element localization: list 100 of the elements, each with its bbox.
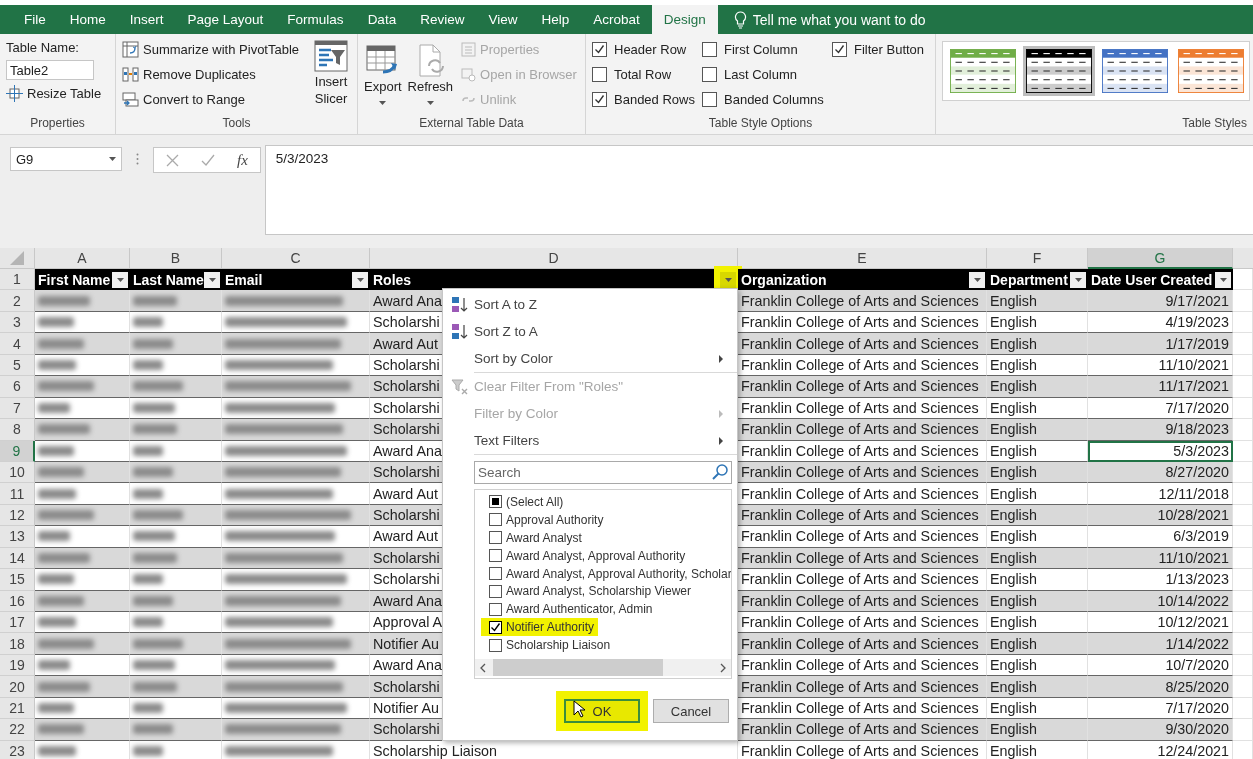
dialog-button[interactable]: Cancel bbox=[653, 699, 729, 723]
horizontal-scrollbar[interactable] bbox=[475, 659, 731, 676]
table-style-swatch[interactable] bbox=[1175, 46, 1247, 96]
row-number[interactable]: 14 bbox=[0, 547, 35, 570]
column-header[interactable]: B bbox=[130, 248, 222, 269]
filter-dropdown-button[interactable] bbox=[1215, 271, 1231, 288]
column-header[interactable]: C bbox=[222, 248, 370, 269]
row-number[interactable]: 21 bbox=[0, 697, 35, 720]
empty-cell[interactable] bbox=[1233, 504, 1253, 527]
empty-cell[interactable] bbox=[1233, 654, 1253, 677]
table-cell[interactable]: 11/10/2021 bbox=[1088, 354, 1233, 377]
table-cell[interactable]: 7/17/2020 bbox=[1088, 397, 1233, 420]
empty-cell[interactable] bbox=[1233, 419, 1253, 441]
empty-cell[interactable] bbox=[1233, 612, 1253, 634]
empty-cell[interactable] bbox=[1233, 461, 1253, 484]
row-number[interactable]: 7 bbox=[0, 397, 35, 420]
checkbox[interactable] bbox=[489, 531, 502, 545]
resize-table-button[interactable]: Resize Table bbox=[6, 83, 109, 104]
row-number[interactable]: 16 bbox=[0, 590, 35, 612]
ribbon-tab[interactable]: Page Layout bbox=[175, 5, 276, 34]
table-cell[interactable]: 7/17/2020 bbox=[1088, 697, 1233, 720]
row-number[interactable]: 6 bbox=[0, 376, 35, 398]
table-cell[interactable]: 11/10/2021 bbox=[1088, 547, 1233, 570]
option-label[interactable]: Filter Button bbox=[854, 40, 925, 59]
checkbox[interactable] bbox=[592, 42, 607, 57]
filter-dropdown-button[interactable] bbox=[112, 271, 128, 288]
row-number[interactable]: 10 bbox=[0, 461, 35, 484]
option-label[interactable]: First Column bbox=[724, 40, 798, 59]
option-label[interactable]: Last Column bbox=[724, 65, 797, 84]
checkbox[interactable] bbox=[489, 584, 502, 598]
ribbon-tab[interactable]: Formulas bbox=[275, 5, 356, 34]
table-style-swatch[interactable] bbox=[1023, 46, 1095, 96]
formula-field[interactable]: 5/3/2023 bbox=[264, 145, 1253, 235]
ribbon-tab[interactable]: Data bbox=[355, 5, 409, 34]
row-number[interactable]: 12 bbox=[0, 504, 35, 527]
filter-value[interactable]: Award Analyst, Approval Authority bbox=[489, 546, 731, 565]
empty-cell[interactable] bbox=[1233, 697, 1253, 720]
checkbox[interactable] bbox=[489, 513, 502, 527]
ribbon-tab[interactable]: Insert bbox=[117, 5, 176, 34]
row-number[interactable]: 1 bbox=[0, 269, 35, 291]
ribbon-tab[interactable]: Home bbox=[57, 5, 118, 34]
table-cell[interactable]: 6/3/2019 bbox=[1088, 526, 1233, 548]
ribbon-tab[interactable]: View bbox=[476, 5, 530, 34]
ribbon-button[interactable]: Refresh bbox=[407, 44, 454, 114]
row-number[interactable]: 15 bbox=[0, 569, 35, 591]
row-number[interactable]: 3 bbox=[0, 311, 35, 334]
checkbox[interactable] bbox=[489, 602, 502, 616]
ribbon-tab[interactable]: Acrobat bbox=[581, 5, 652, 34]
empty-cell[interactable] bbox=[1233, 290, 1253, 312]
table-cell[interactable]: 1/13/2023 bbox=[1088, 569, 1233, 591]
row-number[interactable]: 11 bbox=[0, 483, 35, 505]
row-number[interactable]: 5 bbox=[0, 354, 35, 377]
table-cell[interactable]: 4/19/2023 bbox=[1088, 311, 1233, 334]
name-box[interactable]: G9 bbox=[10, 147, 122, 171]
empty-cell[interactable] bbox=[1233, 354, 1253, 377]
ribbon-tab[interactable]: Help bbox=[529, 5, 582, 34]
table-cell[interactable]: 9/18/2023 bbox=[1088, 419, 1233, 441]
table-cell[interactable]: 10/14/2022 bbox=[1088, 590, 1233, 612]
table-cell[interactable]: 10/7/2020 bbox=[1088, 654, 1233, 677]
ribbon-button[interactable]: Convert to Range bbox=[122, 89, 300, 110]
option-label[interactable]: Header Row bbox=[614, 40, 687, 59]
checkbox[interactable] bbox=[592, 92, 607, 107]
table-cell[interactable]: 10/12/2021 bbox=[1088, 612, 1233, 634]
ribbon-tab[interactable]: File bbox=[12, 5, 58, 34]
empty-cell[interactable] bbox=[1233, 311, 1253, 334]
column-header[interactable]: D bbox=[370, 248, 738, 269]
ribbon-button[interactable]: Summarize with PivotTable bbox=[122, 39, 300, 60]
option-label[interactable]: Banded Rows bbox=[614, 90, 695, 109]
table-cell[interactable]: 9/17/2021 bbox=[1088, 290, 1233, 312]
table-cell[interactable]: 1/14/2022 bbox=[1088, 633, 1233, 655]
column-header[interactable]: E bbox=[738, 248, 987, 269]
empty-cell[interactable] bbox=[1233, 333, 1253, 355]
table-name-field[interactable]: Table2 bbox=[6, 60, 94, 80]
filter-dropdown-button[interactable] bbox=[352, 271, 368, 288]
filter-value[interactable]: Scholarship Liaison bbox=[489, 636, 731, 654]
empty-cell[interactable] bbox=[1233, 633, 1253, 655]
option-label[interactable]: Total Row bbox=[614, 65, 672, 84]
empty-cell[interactable] bbox=[1233, 376, 1253, 398]
enter-check-icon[interactable] bbox=[201, 153, 215, 167]
filter-value[interactable]: Award Analyst bbox=[489, 528, 731, 547]
checkbox[interactable] bbox=[832, 42, 847, 57]
row-number[interactable]: 20 bbox=[0, 676, 35, 698]
table-cell[interactable]: 9/30/2020 bbox=[1088, 719, 1233, 741]
column-header[interactable]: A bbox=[35, 248, 130, 269]
table-cell[interactable]: 11/17/2021 bbox=[1088, 376, 1233, 398]
row-number[interactable]: 4 bbox=[0, 333, 35, 355]
empty-cell[interactable] bbox=[1233, 719, 1253, 741]
empty-cell[interactable] bbox=[1233, 397, 1253, 420]
table-cell[interactable]: 5/3/2023 bbox=[1088, 440, 1233, 462]
filter-dropdown-button[interactable] bbox=[1070, 271, 1086, 288]
row-number[interactable]: 18 bbox=[0, 633, 35, 655]
empty-cell[interactable] bbox=[1233, 440, 1253, 462]
tell-me-search[interactable]: Tell me what you want to do bbox=[752, 11, 926, 28]
empty-cell[interactable] bbox=[1233, 676, 1253, 698]
filter-dropdown-button[interactable] bbox=[969, 271, 985, 288]
table-cell[interactable]: 8/27/2020 bbox=[1088, 461, 1233, 484]
table-cell[interactable]: 12/11/2018 bbox=[1088, 483, 1233, 505]
row-number[interactable]: 8 bbox=[0, 419, 35, 441]
row-number[interactable]: 19 bbox=[0, 654, 35, 677]
checkbox[interactable] bbox=[702, 92, 717, 107]
